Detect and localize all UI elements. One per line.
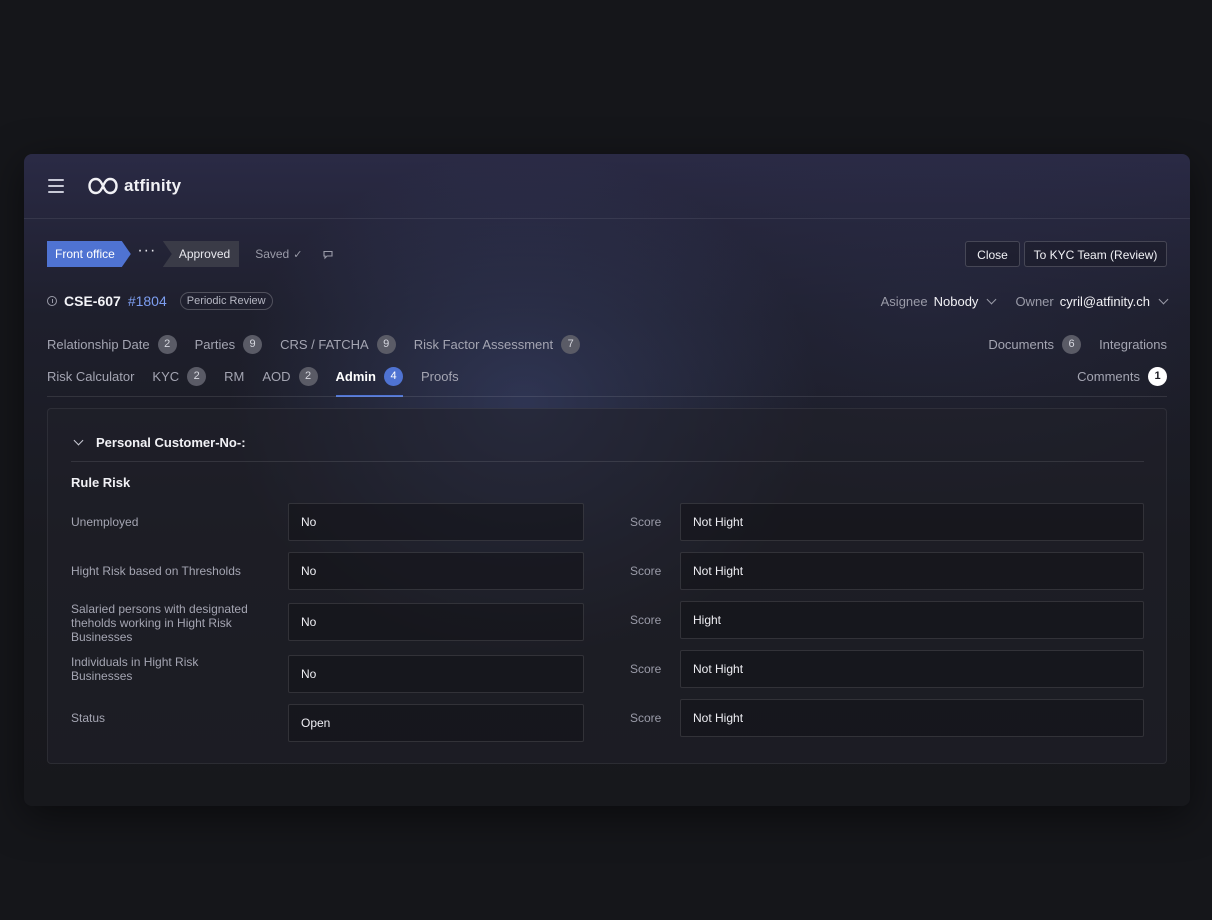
atfinity-logo-icon [88, 177, 118, 195]
crumb-front-office[interactable]: Front office [47, 241, 131, 267]
field-label: Unemployed [71, 515, 139, 529]
assignee-select[interactable]: Nobody [934, 294, 979, 309]
form-row: Unemployed No Score Not Hight [48, 503, 1168, 541]
check-icon: ✓ [293, 249, 303, 261]
field-label: Individuals in Hight Risk Businesses [71, 655, 199, 683]
subsection-title: Rule Risk [71, 475, 131, 490]
more-steps-icon[interactable]: ··· [131, 238, 163, 264]
tab-label: Admin [335, 368, 376, 384]
value-select[interactable]: Open [288, 704, 584, 742]
assignee-label: Asignee [880, 293, 928, 309]
form-row: Hight Risk based on Thresholds No Score … [48, 552, 1168, 590]
score-select[interactable]: Not Hight [680, 503, 1144, 541]
chevron-down-icon[interactable] [1158, 294, 1169, 305]
count-badge: 7 [561, 334, 581, 354]
count-badge: 2 [298, 366, 318, 386]
tab-label: Risk Factor Assessment [413, 336, 554, 352]
tab-label: Relationship Date [47, 336, 150, 352]
tab-crs-fatcha[interactable]: CRS / FATCHA 9 [280, 333, 396, 355]
section-divider [71, 461, 1144, 462]
app-window: atfinity Front office ··· Approved Saved… [24, 154, 1190, 806]
score-select[interactable]: Hight [680, 601, 1144, 639]
count-badge: 1 [1148, 366, 1167, 386]
info-icon[interactable] [47, 296, 57, 306]
form-row: Status Open Score Not Hight [48, 699, 1168, 742]
tab-label: KYC [152, 368, 180, 384]
tab-comments[interactable]: Comments 1 [1077, 365, 1167, 387]
top-bar: atfinity [24, 154, 1190, 219]
tab-relationship-date[interactable]: Relationship Date 2 [47, 333, 177, 355]
owner-label: Owner [1015, 293, 1054, 309]
tab-label: Parties [194, 336, 236, 352]
value-select[interactable]: No [288, 552, 584, 590]
field-label: Status [71, 711, 106, 725]
score-label: Score [630, 613, 662, 627]
workflow-breadcrumb: Front office ··· Approved Saved ✓ [47, 241, 334, 267]
chevron-down-icon[interactable] [986, 294, 997, 305]
tabs-row-1-right: Documents 6 Integrations [970, 333, 1167, 355]
form-row: Salaried persons with designated thehold… [48, 601, 1168, 644]
section-title: Personal Customer-No-: [96, 434, 246, 450]
crumb-approved[interactable]: Approved [162, 241, 240, 267]
logo[interactable]: atfinity [88, 174, 181, 198]
tab-admin[interactable]: Admin 4 [335, 365, 404, 397]
tab-rm[interactable]: RM [224, 365, 244, 387]
value-select[interactable]: No [288, 503, 584, 541]
tab-parties[interactable]: Parties 9 [194, 333, 263, 355]
score-label: Score [630, 564, 662, 578]
tab-label: AOD [262, 368, 291, 384]
owner-select[interactable]: cyril@atfinity.ch [1060, 294, 1150, 309]
tab-label: RM [224, 368, 245, 384]
value-select[interactable]: No [288, 603, 584, 641]
tab-risk-factor-assessment[interactable]: Risk Factor Assessment 7 [413, 333, 581, 355]
score-label: Score [630, 711, 662, 725]
case-id: CSE-607 [64, 293, 121, 309]
tab-kyc[interactable]: KYC 2 [152, 365, 207, 387]
tabs-row-1: Relationship Date 2 Parties 9 CRS / FATC… [47, 333, 598, 355]
tab-risk-calculator[interactable]: Risk Calculator [47, 365, 134, 387]
hamburger-menu-icon[interactable] [48, 179, 64, 193]
rule-risk-panel: Personal Customer-No-: Rule Risk Unemplo… [47, 408, 1167, 764]
field-label: Hight Risk based on Thresholds [71, 564, 241, 578]
score-select[interactable]: Not Hight [680, 650, 1144, 688]
count-badge: 4 [384, 366, 403, 386]
tab-label: Integrations [1099, 336, 1167, 352]
close-button[interactable]: Close [965, 241, 1020, 267]
tab-aod[interactable]: AOD 2 [262, 365, 318, 387]
value-select[interactable]: No [288, 655, 584, 693]
saved-status: Saved ✓ [255, 247, 302, 261]
count-badge: 9 [243, 334, 263, 354]
tabs-divider [47, 396, 1167, 397]
tab-label: Comments [1077, 368, 1140, 384]
tab-label: CRS / FATCHA [280, 336, 369, 352]
count-badge: 9 [376, 334, 396, 354]
score-label: Score [630, 662, 662, 676]
field-label: Salaried persons with designated thehold… [71, 602, 248, 644]
assignment-controls: Asignee Nobody Owner cyril@atfinity.ch [880, 291, 1169, 311]
form-row: Individuals in Hight Risk Businesses No … [48, 650, 1168, 693]
score-label: Score [630, 515, 662, 529]
tabs-row-2: Risk Calculator KYC 2 RM AOD 2 Admin 4 P… [47, 365, 477, 397]
count-badge: 6 [1062, 334, 1082, 354]
saved-label: Saved [255, 247, 290, 261]
tab-label: Risk Calculator [47, 368, 135, 384]
count-badge: 2 [157, 334, 177, 354]
tab-integrations[interactable]: Integrations [1099, 333, 1167, 355]
brand-name: atfinity [124, 176, 182, 195]
score-select[interactable]: Not Hight [680, 699, 1144, 737]
section-header[interactable]: Personal Customer-No-: [72, 433, 246, 451]
tab-label: Documents [988, 336, 1055, 352]
count-badge: 2 [187, 366, 207, 386]
tab-proofs[interactable]: Proofs [421, 365, 459, 387]
tab-label: Proofs [421, 368, 459, 384]
to-kyc-team-button[interactable]: To KYC Team (Review) [1024, 241, 1167, 267]
score-select[interactable]: Not Hight [680, 552, 1144, 590]
chevron-down-icon[interactable] [73, 435, 84, 445]
case-number-link[interactable]: #1804 [128, 293, 167, 309]
tabs-row-2-right: Comments 1 [1059, 365, 1167, 387]
case-header: CSE-607 #1804 Periodic Review [47, 290, 273, 312]
tab-documents[interactable]: Documents 6 [988, 333, 1082, 355]
comment-icon[interactable] [322, 248, 334, 260]
case-type-badge: Periodic Review [179, 292, 273, 310]
